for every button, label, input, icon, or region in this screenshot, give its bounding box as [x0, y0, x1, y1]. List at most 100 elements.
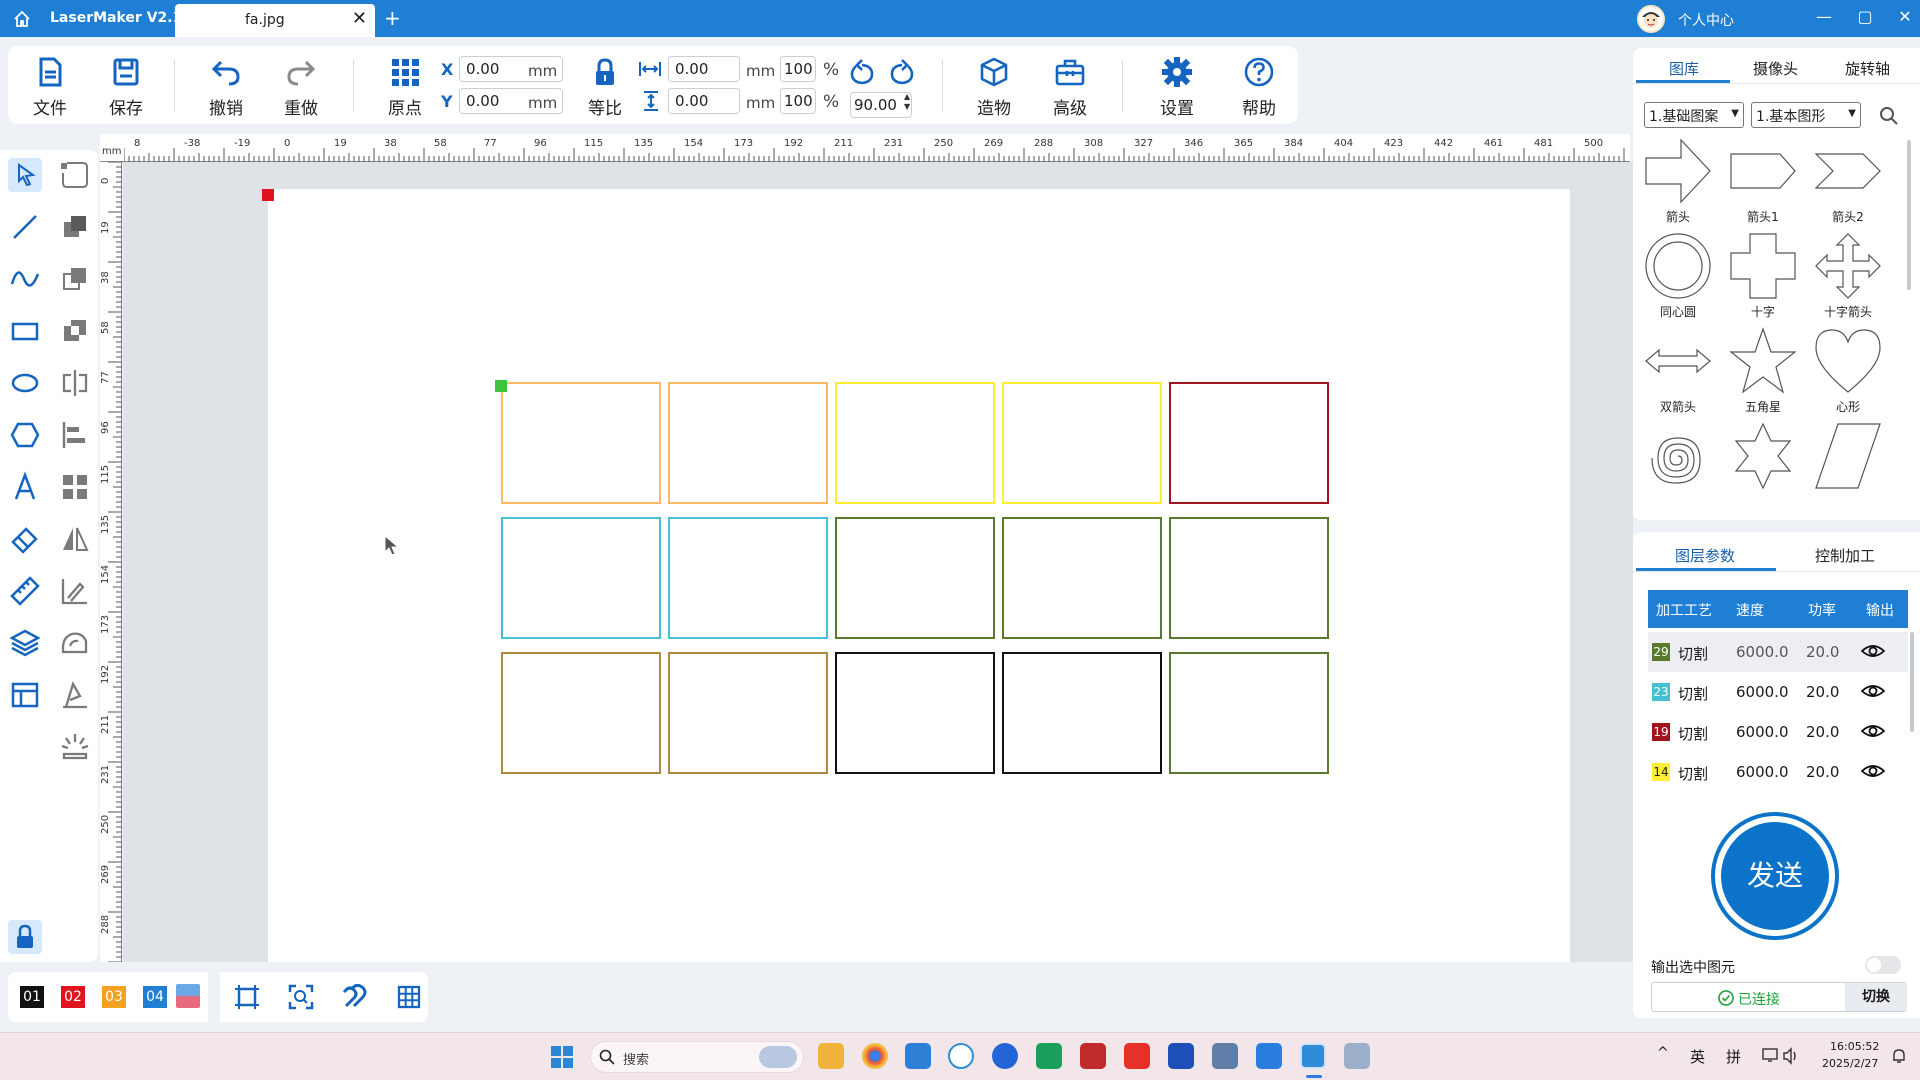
- avatar[interactable]: [1637, 5, 1665, 33]
- layer-scrollbar[interactable]: [1910, 632, 1914, 732]
- layers-tool[interactable]: [8, 626, 42, 660]
- tray-chevron-up-icon[interactable]: ^: [1657, 1045, 1669, 1061]
- selection-handle[interactable]: [495, 380, 507, 392]
- layer-chip[interactable]: 03: [102, 986, 126, 1008]
- zoom-selection-icon[interactable]: [288, 984, 314, 1010]
- line-tool[interactable]: [8, 210, 42, 244]
- tab-rotary[interactable]: 旋转轴: [1845, 58, 1890, 79]
- canvas-rectangle[interactable]: [501, 652, 661, 774]
- laser-effect-tool[interactable]: [58, 730, 92, 764]
- layer-speed[interactable]: 6000.0: [1736, 683, 1789, 701]
- text-tool[interactable]: [8, 470, 42, 504]
- windows-start-icon[interactable]: [550, 1045, 574, 1069]
- shape-star5[interactable]: 五角星: [1723, 326, 1803, 416]
- canvas-rectangle[interactable]: [1002, 652, 1162, 774]
- clock-date[interactable]: 2025/2/27: [1822, 1057, 1878, 1070]
- canvas-rectangle[interactable]: [1002, 517, 1162, 639]
- chat-app-icon[interactable]: [948, 1043, 974, 1069]
- tab-layer-params[interactable]: 图层参数: [1675, 545, 1735, 566]
- layer-chip[interactable]: 01: [20, 986, 44, 1008]
- canvas-rectangle[interactable]: [835, 652, 995, 774]
- save-button[interactable]: 保存: [96, 52, 156, 120]
- canvas-rectangle[interactable]: [835, 517, 995, 639]
- hand-tool[interactable]: [58, 626, 92, 660]
- notification-bell-icon[interactable]: [1890, 1047, 1908, 1065]
- excel-icon[interactable]: [1036, 1043, 1062, 1069]
- search-icon[interactable]: [1879, 106, 1899, 126]
- shape-heart[interactable]: 心形: [1808, 326, 1888, 416]
- new-tab-button[interactable]: +: [384, 6, 401, 30]
- ellipse-tool[interactable]: [8, 366, 42, 400]
- width-percent-input[interactable]: 100: [780, 56, 816, 82]
- subtract-tool[interactable]: [58, 262, 92, 296]
- maximize-button[interactable]: ▢: [1853, 7, 1877, 26]
- redo-button[interactable]: 重做: [271, 52, 331, 120]
- layer-mode[interactable]: 切割: [1678, 723, 1708, 744]
- layer-power[interactable]: 20.0: [1806, 643, 1839, 661]
- output-selected-toggle[interactable]: [1865, 956, 1901, 974]
- height-percent-input[interactable]: 100: [780, 88, 816, 114]
- lasermaker-taskbar-icon[interactable]: [1300, 1043, 1326, 1069]
- canvas-area[interactable]: [123, 162, 1633, 962]
- layout-tool[interactable]: [8, 678, 42, 712]
- layer-power[interactable]: 20.0: [1806, 683, 1839, 701]
- height-input[interactable]: 0.00: [668, 88, 740, 114]
- network-volume-icon[interactable]: [1762, 1047, 1802, 1065]
- eye-icon[interactable]: [1861, 641, 1885, 661]
- polygon-tool[interactable]: [8, 418, 42, 452]
- all-layers-chip[interactable]: [176, 984, 200, 1008]
- send-button-ring[interactable]: 发送: [1711, 812, 1839, 940]
- mirror-tool[interactable]: [58, 366, 92, 400]
- shape-spiral[interactable]: [1638, 421, 1718, 511]
- canvas-rectangle[interactable]: [1169, 652, 1329, 774]
- layer-mode[interactable]: 切割: [1678, 683, 1708, 704]
- select-tool[interactable]: [8, 158, 42, 192]
- kugou-icon[interactable]: [992, 1043, 1018, 1069]
- intersect-tool[interactable]: [58, 314, 92, 348]
- rotation-angle-input[interactable]: 90.00: [850, 92, 912, 118]
- layer-row[interactable]: 23 切割 6000.0 20.0: [1648, 672, 1908, 712]
- ime-mode[interactable]: 拼: [1726, 1046, 1741, 1067]
- rotate-ccw-icon[interactable]: [848, 58, 878, 86]
- canvas-rectangle[interactable]: [1169, 517, 1329, 639]
- build-button[interactable]: 造物: [964, 52, 1024, 120]
- layer-chip[interactable]: 04: [143, 986, 167, 1008]
- subcategory-dropdown[interactable]: 1.基本图形 ▼: [1751, 102, 1861, 128]
- layer-mode[interactable]: 切割: [1678, 643, 1708, 664]
- grid-toggle-icon[interactable]: [396, 984, 422, 1010]
- canvas-rectangle[interactable]: [501, 517, 661, 639]
- origin-button[interactable]: 原点: [375, 52, 435, 120]
- file-explorer-icon[interactable]: [818, 1043, 844, 1069]
- rectangle-tool[interactable]: [8, 314, 42, 348]
- ime-language[interactable]: 英: [1690, 1046, 1705, 1067]
- settings-button[interactable]: 设置: [1147, 52, 1207, 120]
- layer-mode[interactable]: 切割: [1678, 763, 1708, 784]
- tab-camera[interactable]: 摄像头: [1753, 58, 1798, 79]
- close-window-button[interactable]: ✕: [1893, 7, 1917, 26]
- curve-tool[interactable]: [8, 262, 42, 296]
- file-button[interactable]: 文件: [20, 52, 80, 120]
- canvas-lock-toggle[interactable]: [8, 920, 42, 954]
- shape-arrow1[interactable]: 箭头1: [1723, 136, 1803, 226]
- minimize-button[interactable]: —: [1812, 7, 1836, 26]
- taskbar-search[interactable]: 搜索: [590, 1041, 804, 1073]
- help-button[interactable]: 帮助: [1229, 52, 1289, 120]
- app-store-icon[interactable]: [905, 1043, 931, 1069]
- proportional-lock-button[interactable]: 等比: [575, 52, 635, 120]
- flip-tool[interactable]: [58, 522, 92, 556]
- layer-chip[interactable]: 02: [61, 986, 85, 1008]
- advanced-button[interactable]: 高级: [1040, 52, 1100, 120]
- remote-desktop-icon[interactable]: [1344, 1043, 1370, 1069]
- eye-icon[interactable]: [1861, 721, 1885, 741]
- shape-parallelogram[interactable]: [1808, 421, 1888, 511]
- magnet-snap-icon[interactable]: [342, 984, 368, 1010]
- layer-speed[interactable]: 6000.0: [1736, 643, 1789, 661]
- layer-speed[interactable]: 6000.0: [1736, 723, 1789, 741]
- laser-path-tool[interactable]: [58, 678, 92, 712]
- layer-row[interactable]: 14 切割 6000.0 20.0: [1648, 752, 1908, 792]
- chrome-icon[interactable]: [862, 1043, 888, 1069]
- canvas-rectangle[interactable]: [1002, 382, 1162, 504]
- rotate-cw-icon[interactable]: [886, 58, 916, 86]
- pen-app-icon[interactable]: [1168, 1043, 1194, 1069]
- measure-tool[interactable]: [8, 574, 42, 608]
